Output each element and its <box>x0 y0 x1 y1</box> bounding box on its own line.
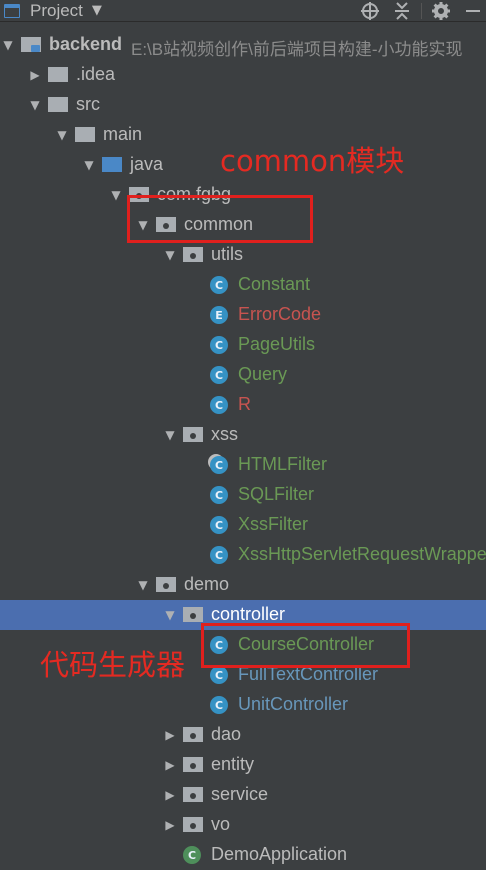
class-icon: C <box>210 336 230 354</box>
tree-row-label: xss <box>211 424 238 444</box>
package-icon <box>183 427 203 443</box>
code-generator-annotation-label: 代码生成器 <box>40 648 186 682</box>
tree-row-label: entity <box>211 754 255 774</box>
class-modified-icon: C <box>210 456 230 474</box>
tree-row-label: main <box>103 124 143 144</box>
project-toolbar: Project ▼ <box>0 0 486 22</box>
expand-arrow-icon[interactable]: ▼ <box>1 30 15 60</box>
expand-arrow-icon[interactable]: ▼ <box>136 570 150 600</box>
collapse-arrow-icon[interactable]: ▶ <box>163 780 177 810</box>
project-view-title[interactable]: Project <box>30 1 83 21</box>
tree-row[interactable]: C XssFilter <box>0 510 486 540</box>
tree-row-label: vo <box>211 814 231 834</box>
tree-row-label: src <box>76 94 100 114</box>
tree-row-label: .idea <box>76 64 116 84</box>
tree-row[interactable]: ▶ vo <box>0 810 486 840</box>
collapse-icon[interactable] <box>389 0 415 22</box>
expand-arrow-icon[interactable]: ▼ <box>109 180 123 210</box>
package-icon <box>156 577 176 593</box>
class-icon: C <box>210 666 230 684</box>
class-icon: C <box>210 276 230 294</box>
tree-row[interactable]: CR <box>0 390 486 420</box>
spring-boot-class-icon: C <box>183 846 203 864</box>
tree-row-label: DemoApplication <box>211 844 348 864</box>
tree-row[interactable]: C HTMLFilter <box>0 450 486 480</box>
folder-icon <box>48 67 68 83</box>
tree-row[interactable]: ▼ backend E:\B站视频创作\前后端项目构建-小功能实现 <box>0 30 486 60</box>
tree-row-label: ErrorCode <box>238 304 322 324</box>
tree-row[interactable]: C XssHttpServletRequestWrapper <box>0 540 486 570</box>
tree-row-label: Constant <box>238 274 311 294</box>
settings-icon[interactable] <box>428 0 454 22</box>
folder-icon <box>48 97 68 113</box>
tree-row[interactable]: C SQLFilter <box>0 480 486 510</box>
locate-icon[interactable] <box>357 0 383 22</box>
expand-arrow-icon[interactable]: ▼ <box>28 90 42 120</box>
module-folder-icon <box>21 37 41 53</box>
tree-row[interactable]: E ErrorCode <box>0 300 486 330</box>
expand-arrow-icon[interactable]: ▼ <box>163 420 177 450</box>
tree-row[interactable]: ▶ dao <box>0 720 486 750</box>
hide-icon[interactable] <box>460 0 486 22</box>
collapse-arrow-icon[interactable]: ▶ <box>163 810 177 840</box>
tree-row[interactable]: ▶ service <box>0 780 486 810</box>
package-icon <box>183 817 203 833</box>
class-icon: C <box>210 366 230 384</box>
tree-row-label: R <box>238 394 251 414</box>
tree-row[interactable]: C Query <box>0 360 486 390</box>
tree-row[interactable]: C Constant <box>0 270 486 300</box>
common-annotation-label: common模块 <box>220 144 405 178</box>
collapse-arrow-icon[interactable]: ▶ <box>163 750 177 780</box>
tree-row-label: HTMLFilter <box>238 454 327 474</box>
tree-row-label: PageUtils <box>238 334 316 354</box>
expand-arrow-icon[interactable]: ▼ <box>163 600 177 630</box>
package-icon <box>183 727 203 743</box>
collapse-arrow-icon[interactable]: ▶ <box>163 720 177 750</box>
tree-row-label: SQLFilter <box>238 484 315 504</box>
tree-row[interactable]: ▶ entity <box>0 750 486 780</box>
enum-icon: E <box>210 306 230 324</box>
tree-row-label: XssFilter <box>238 514 309 534</box>
course-controller-highlight-box <box>201 623 410 668</box>
tree-row-label: Query <box>238 364 288 384</box>
tree-row[interactable]: ▼ demo <box>0 570 486 600</box>
tree-row-label: UnitController <box>238 694 349 714</box>
class-icon: C <box>210 546 230 564</box>
package-icon <box>183 607 203 623</box>
common-highlight-box <box>127 195 313 243</box>
expand-arrow-icon[interactable]: ▼ <box>55 120 69 150</box>
tree-row-label: backend <box>49 34 123 54</box>
collapse-arrow-icon[interactable]: ▶ <box>28 60 42 90</box>
tree-row[interactable]: C UnitController <box>0 690 486 720</box>
source-folder-icon <box>102 157 122 173</box>
package-icon <box>183 247 203 263</box>
dropdown-caret-icon[interactable]: ▼ <box>92 3 102 18</box>
tree-row[interactable]: C DemoApplication <box>0 840 486 870</box>
class-icon: C <box>210 486 230 504</box>
tree-row-label: service <box>211 784 269 804</box>
tree-row[interactable]: C PageUtils <box>0 330 486 360</box>
toolbar-separator <box>421 3 422 19</box>
tree-row[interactable]: ▼ src <box>0 90 486 120</box>
tree-row-label: dao <box>211 724 242 744</box>
expand-arrow-icon[interactable]: ▼ <box>82 150 96 180</box>
package-icon <box>183 757 203 773</box>
project-view-icon[interactable] <box>4 3 20 18</box>
tree-row-label: demo <box>184 574 230 594</box>
tree-row[interactable]: ▼ xss <box>0 420 486 450</box>
tree-row-label: XssHttpServletRequestWrapper <box>238 544 486 564</box>
class-icon: C <box>210 516 230 534</box>
package-icon <box>183 787 203 803</box>
tree-row-label: controller <box>211 604 286 624</box>
module-path: E:\B站视频创作\前后端项目构建-小功能实现 <box>131 40 463 59</box>
tree-row[interactable]: ▼ utils <box>0 240 486 270</box>
class-icon: C <box>210 696 230 714</box>
class-icon: C <box>210 396 230 414</box>
tree-row[interactable]: ▶ .idea <box>0 60 486 90</box>
folder-icon <box>75 127 95 143</box>
tree-row-label: java <box>130 154 164 174</box>
toolbar-actions <box>351 0 486 22</box>
tree-row-label: utils <box>211 244 244 264</box>
expand-arrow-icon[interactable]: ▼ <box>163 240 177 270</box>
